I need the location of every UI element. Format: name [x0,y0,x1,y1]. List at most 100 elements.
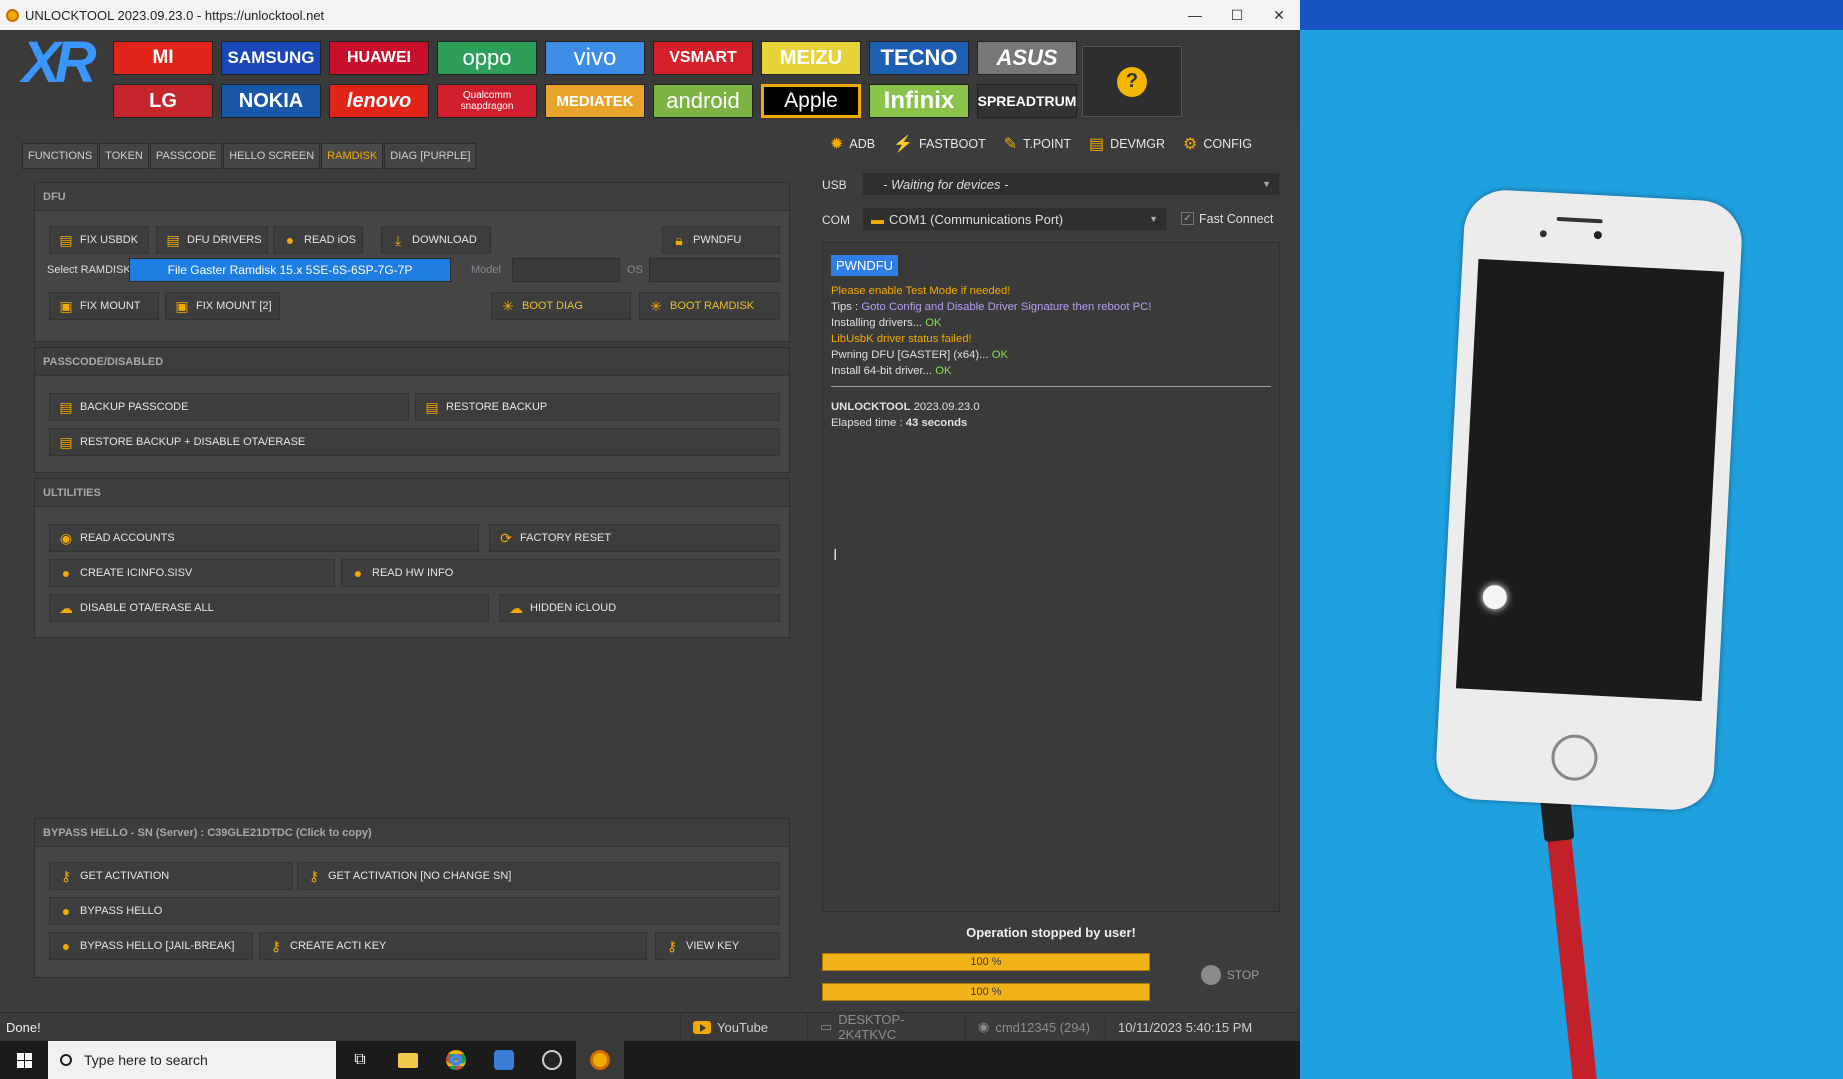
log-panel[interactable]: PWNDFU Please enable Test Mode if needed… [822,242,1280,912]
boot-ramdisk-label: BOOT RAMDISK [670,300,755,312]
chevron-down-icon: ▼ [1149,214,1158,224]
read-hw-info-button[interactable]: ● READ HW INFO [341,559,780,587]
adb-label: ADB [849,137,876,151]
restore-disable-ota-label: RESTORE BACKUP + DISABLE OTA/ERASE [80,436,306,448]
brand-lg[interactable]: LG [113,84,213,118]
ramdisk-select[interactable]: File Gaster Ramdisk 15.x 5SE-6S-6SP-7G-7… [129,258,451,282]
stop-button[interactable]: STOP [1180,960,1280,990]
bypass-hello-label: BYPASS HELLO [80,905,163,917]
task-view-button[interactable]: ⧉ [336,1041,384,1079]
adb-button[interactable]: ✹ ADB [830,134,875,154]
devmgr-button[interactable]: ▤ DEVMGR [1089,134,1165,154]
log-line: LibUsbK driver status failed! [831,333,972,345]
fastboot-button[interactable]: ⚡ FASTBOOT [893,134,986,154]
fast-connect-checkbox[interactable]: ✓ [1181,212,1194,225]
chrome-button[interactable] [432,1041,480,1079]
passcode-section: PASSCODE/DISABLED ▤ BACKUP PASSCODE ▤ REST… [34,347,790,473]
recorder-button[interactable] [528,1041,576,1079]
disable-ota-label: DISABLE OTA/ERASE ALL [80,602,214,614]
create-acti-key-button[interactable]: ⚷ CREATE ACTI KEY [259,932,647,960]
dfu-drivers-button[interactable]: ▤ DFU DRIVERS [156,226,268,254]
restore-disable-ota-button[interactable]: ▤ RESTORE BACKUP + DISABLE OTA/ERASE [49,428,780,456]
tpoint-button[interactable]: ✎ T.POINT [1004,134,1071,154]
brand-nokia[interactable]: NOKIA [221,84,321,118]
bypass-hello-button[interactable]: ● BYPASS HELLO [49,897,780,925]
task-view-icon: ⧉ [354,1051,366,1068]
brand-meizu[interactable]: MEIZU [761,41,861,75]
tab-diag-purple[interactable]: DIAG [PURPLE] [384,143,477,169]
model-field[interactable] [512,258,620,282]
tab-token[interactable]: TOKEN [99,143,149,169]
ramdisk-value: File Gaster Ramdisk 15.x 5SE-6S-6SP-7G-7… [167,263,413,277]
minimize-button[interactable]: — [1174,7,1216,24]
bypass-jailbreak-button[interactable]: ● BYPASS HELLO [JAIL-BREAK] [49,932,253,960]
maximize-button[interactable]: ☐ [1216,7,1258,24]
restore-backup-button[interactable]: ▤ RESTORE BACKUP [415,393,780,421]
brand-asus[interactable]: ASUS [977,41,1077,75]
brand-mediatek[interactable]: MEDIATEK [545,84,645,118]
start-button[interactable] [0,1052,48,1068]
factory-reset-button[interactable]: ⟳ FACTORY RESET [489,524,780,552]
restore-icon: ▤ [425,398,439,415]
help-tile[interactable]: ? [1082,46,1182,117]
usb-device-select[interactable]: - Waiting for devices - ▼ [862,172,1280,196]
download-button[interactable]: ⤓ DOWNLOAD [381,226,491,254]
tab-hello-screen[interactable]: HELLO SCREEN [223,143,321,169]
hidden-icloud-button[interactable]: ☁ HIDDEN iCLOUD [499,594,780,622]
brand-lenovo[interactable]: lenovo [329,84,429,118]
brand-android[interactable]: android [653,84,753,118]
brand-tecno[interactable]: TECNO [869,41,969,75]
disable-ota-button[interactable]: ☁ DISABLE OTA/ERASE ALL [49,594,489,622]
user-icon: ◉ [978,1019,990,1034]
app-button[interactable] [480,1041,528,1079]
view-key-button[interactable]: ⚷ VIEW KEY [655,932,780,960]
app-icon [6,8,19,22]
bypass-header[interactable]: BYPASS HELLO - SN (Server) : C39GLE21DTD… [35,819,789,847]
brand-apple[interactable]: Apple [761,84,861,118]
brand-spreadtrum[interactable]: SPREADTRUM [977,84,1077,118]
youtube-link[interactable]: YouTube [680,1013,807,1041]
fix-mount-button[interactable]: ▣ FIX MOUNT [49,292,159,320]
brand-qualcomm[interactable]: Qualcomm snapdragon [437,84,537,118]
brand-samsung[interactable]: SAMSUNG [221,41,321,75]
log-divider [831,386,1271,387]
boot-ramdisk-button[interactable]: ✳ BOOT RAMDISK [639,292,780,320]
read-ios-button[interactable]: ● READ iOS [273,226,363,254]
close-button[interactable]: ✕ [1258,7,1300,24]
fix-usbdk-button[interactable]: ▤ FIX USBDK [49,226,149,254]
brand-infinix[interactable]: Infinix [869,84,969,118]
brand-vsmart[interactable]: VSMART [653,41,753,75]
file-explorer-button[interactable] [384,1041,432,1079]
taskbar-search[interactable]: Type here to search [48,1041,336,1079]
read-accounts-label: READ ACCOUNTS [80,532,175,544]
unlocktool-taskbar-button[interactable] [576,1041,624,1079]
chevron-down-icon: ▼ [1262,179,1271,189]
os-field[interactable] [649,258,780,282]
pwndfu-button[interactable]: 🔒︎ PWNDFU [662,226,780,254]
tab-passcode[interactable]: PASSCODE [149,143,223,169]
restore-icon: ▤ [59,433,73,450]
phone-speaker [1556,216,1603,224]
create-icinfo-button[interactable]: ● CREATE ICINFO.SISV [49,559,335,587]
boot-diag-button[interactable]: ✳ BOOT DIAG [491,292,631,320]
get-activation-button[interactable]: ⚷ GET ACTIVATION [49,862,293,890]
reset-icon: ⟳ [500,529,512,546]
config-button[interactable]: ⚙ CONFIG [1183,134,1252,154]
log-line: Install 64-bit driver... OK [831,365,952,377]
backup-passcode-button[interactable]: ▤ BACKUP PASSCODE [49,393,409,421]
tab-functions[interactable]: FUNCTIONS [22,143,99,169]
cloud-icon: ☁ [509,599,523,616]
fix-mount-label: FIX MOUNT [80,300,141,312]
tab-ramdisk[interactable]: RAMDISK [321,143,384,169]
mount-icon: ▣ [175,297,189,314]
brand-vivo[interactable]: vivo [545,41,645,75]
brand-huawei[interactable]: HUAWEI [329,41,429,75]
get-activation-nochange-button[interactable]: ⚷ GET ACTIVATION [NO CHANGE SN] [297,862,780,890]
com-port-select[interactable]: ▬ COM1 (Communications Port) ▼ [862,207,1167,231]
read-accounts-button[interactable]: ◉ READ ACCOUNTS [49,524,479,552]
com-label: COM [822,213,850,227]
brand-mi[interactable]: MI [113,41,213,75]
brand-oppo[interactable]: oppo [437,41,537,75]
fix-mount-2-button[interactable]: ▣ FIX MOUNT [2] [165,292,280,320]
spark-icon: ✳ [502,297,514,314]
